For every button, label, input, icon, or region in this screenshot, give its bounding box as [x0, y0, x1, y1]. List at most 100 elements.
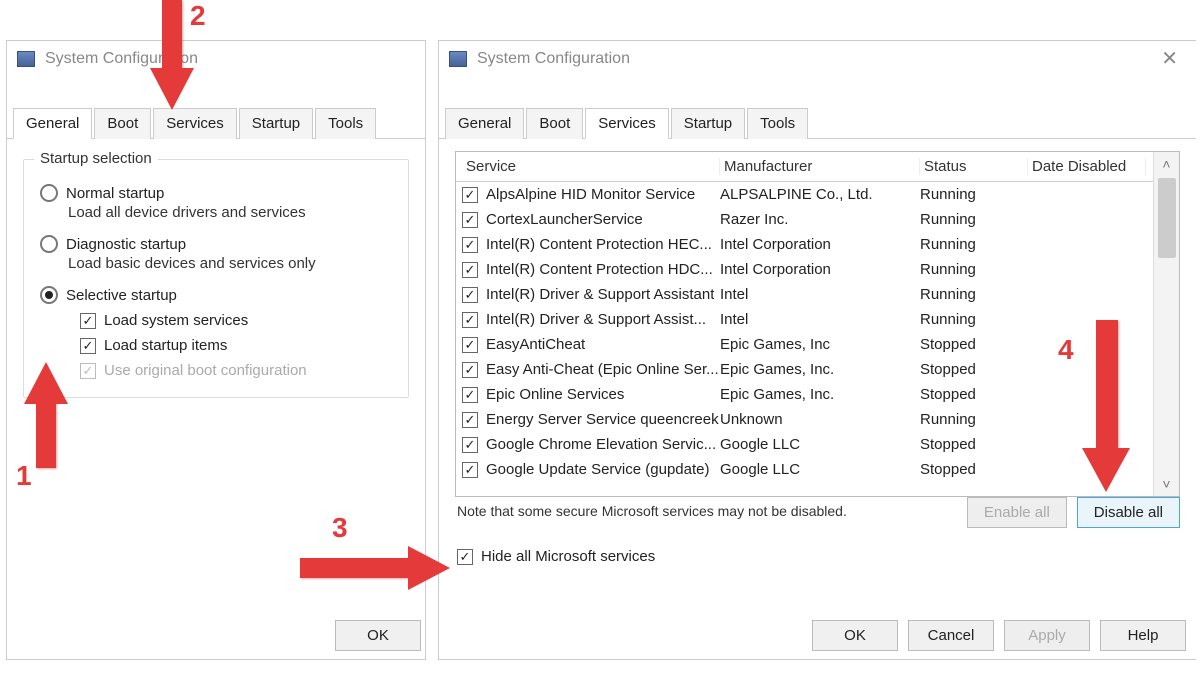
- service-manufacturer: Razer Inc.: [720, 211, 920, 228]
- services-list: Service Manufacturer Status Date Disable…: [455, 151, 1180, 497]
- service-row[interactable]: Intel(R) Content Protection HEC...Intel …: [456, 232, 1153, 257]
- radio-icon: [40, 184, 58, 202]
- service-status: Stopped: [920, 386, 1028, 403]
- service-name: Google Update Service (gupdate): [486, 461, 709, 478]
- general-pane: Startup selection Normal startup Load al…: [7, 139, 425, 410]
- tab-services[interactable]: Services: [153, 108, 237, 139]
- tab-tools[interactable]: Tools: [747, 108, 808, 139]
- checkbox-icon[interactable]: [462, 312, 478, 328]
- checkbox-icon[interactable]: [462, 287, 478, 303]
- checkbox-icon[interactable]: [462, 462, 478, 478]
- checkbox-icon[interactable]: [462, 387, 478, 403]
- service-row[interactable]: Intel(R) Content Protection HDC...Intel …: [456, 257, 1153, 282]
- service-name: Energy Server Service queencreek: [486, 411, 719, 428]
- service-row[interactable]: Google Update Service (gupdate) Google LL…: [456, 457, 1153, 482]
- service-status: Running: [920, 261, 1028, 278]
- scrollbar[interactable]: ˄ ˅: [1153, 152, 1179, 496]
- service-row[interactable]: EasyAntiCheatEpic Games, IncStopped: [456, 332, 1153, 357]
- service-status: Stopped: [920, 461, 1028, 478]
- services-header-row[interactable]: Service Manufacturer Status Date Disable…: [456, 152, 1153, 182]
- service-manufacturer: Epic Games, Inc.: [720, 361, 920, 378]
- service-name: Intel(R) Content Protection HEC...: [486, 236, 712, 253]
- checkbox-icon[interactable]: [462, 412, 478, 428]
- service-row[interactable]: Epic Online ServicesEpic Games, Inc.Stop…: [456, 382, 1153, 407]
- service-name: Google Chrome Elevation Servic...: [486, 436, 716, 453]
- service-manufacturer: ALPSALPINE Co., Ltd.: [720, 186, 920, 203]
- ok-button[interactable]: OK: [812, 620, 898, 651]
- close-icon[interactable]: ✕: [1153, 45, 1186, 73]
- service-row[interactable]: Intel(R) Driver & Support Assist... Intel…: [456, 307, 1153, 332]
- checkbox-icon[interactable]: [462, 362, 478, 378]
- tab-general[interactable]: General: [445, 108, 524, 139]
- col-manufacturer[interactable]: Manufacturer: [720, 158, 920, 175]
- checkbox-icon[interactable]: [462, 437, 478, 453]
- service-row[interactable]: AlpsAlpine HID Monitor Service ALPSALPINE…: [456, 182, 1153, 207]
- radio-icon: [40, 235, 58, 253]
- service-name: CortexLauncherService: [486, 211, 643, 228]
- scroll-down-icon[interactable]: ˅: [1154, 472, 1179, 496]
- tab-startup[interactable]: Startup: [671, 108, 745, 139]
- service-name: Intel(R) Driver & Support Assistant: [486, 286, 714, 303]
- tab-general[interactable]: General: [13, 108, 92, 139]
- help-button[interactable]: Help: [1100, 620, 1186, 651]
- scroll-thumb[interactable]: [1158, 178, 1176, 258]
- checkbox-icon[interactable]: [462, 337, 478, 353]
- checkbox-icon[interactable]: [462, 212, 478, 228]
- service-manufacturer: Unknown: [720, 411, 920, 428]
- tab-boot[interactable]: Boot: [94, 108, 151, 139]
- service-manufacturer: Google LLC: [720, 436, 920, 453]
- service-status: Running: [920, 286, 1028, 303]
- service-row[interactable]: Google Chrome Elevation Servic...Google …: [456, 432, 1153, 457]
- checkbox-icon[interactable]: [462, 237, 478, 253]
- checkbox-icon[interactable]: [462, 262, 478, 278]
- col-date-disabled[interactable]: Date Disabled: [1028, 158, 1146, 175]
- tab-boot[interactable]: Boot: [526, 108, 583, 139]
- button-bar-left: OK: [335, 620, 421, 651]
- service-name: Intel(R) Driver & Support Assist...: [486, 311, 706, 328]
- service-manufacturer: Epic Games, Inc.: [720, 386, 920, 403]
- service-status: Running: [920, 236, 1028, 253]
- ok-button[interactable]: OK: [335, 620, 421, 651]
- service-status: Stopped: [920, 436, 1028, 453]
- enable-all-button[interactable]: Enable all: [967, 497, 1067, 528]
- radio-label: Selective startup: [66, 287, 177, 304]
- radio-diagnostic-startup[interactable]: Diagnostic startup: [40, 235, 392, 253]
- service-name: AlpsAlpine HID Monitor Service: [486, 186, 695, 203]
- tab-services[interactable]: Services: [585, 108, 669, 139]
- hide-microsoft-checkbox[interactable]: Hide all Microsoft services: [457, 548, 1178, 565]
- check-load-startup-items[interactable]: Load startup items: [80, 337, 392, 354]
- services-scroll-area: Service Manufacturer Status Date Disable…: [456, 152, 1153, 496]
- check-load-system-services[interactable]: Load system services: [80, 312, 392, 329]
- services-pane: Service Manufacturer Status Date Disable…: [439, 139, 1196, 577]
- check-label: Load startup items: [104, 337, 227, 354]
- checkbox-icon[interactable]: [462, 187, 478, 203]
- service-status: Running: [920, 411, 1028, 428]
- titlebar-right[interactable]: System Configuration ✕: [439, 41, 1196, 77]
- checkbox-icon: [457, 549, 473, 565]
- service-row[interactable]: CortexLauncherServiceRazer Inc.Running: [456, 207, 1153, 232]
- service-status: Stopped: [920, 336, 1028, 353]
- msconfig-window-services: System Configuration ✕ General Boot Serv…: [438, 40, 1196, 660]
- radio-selective-startup[interactable]: Selective startup: [40, 286, 392, 304]
- service-manufacturer: Google LLC: [720, 461, 920, 478]
- disable-all-button[interactable]: Disable all: [1077, 497, 1180, 528]
- radio-normal-startup[interactable]: Normal startup: [40, 184, 392, 202]
- service-manufacturer: Intel: [720, 311, 920, 328]
- col-service[interactable]: Service: [462, 158, 720, 175]
- check-use-original-boot: Use original boot configuration: [80, 362, 392, 379]
- col-status[interactable]: Status: [920, 158, 1028, 175]
- cancel-button[interactable]: Cancel: [908, 620, 994, 651]
- service-status: Running: [920, 311, 1028, 328]
- apply-button[interactable]: Apply: [1004, 620, 1090, 651]
- titlebar-left[interactable]: System Configuration: [7, 41, 425, 77]
- scroll-up-icon[interactable]: ˄: [1154, 152, 1179, 176]
- service-row[interactable]: Energy Server Service queencreekUnknownR…: [456, 407, 1153, 432]
- service-row[interactable]: Intel(R) Driver & Support AssistantIntel…: [456, 282, 1153, 307]
- tabs-left: General Boot Services Startup Tools: [7, 107, 425, 139]
- service-row[interactable]: Easy Anti-Cheat (Epic Online Ser...Epic …: [456, 357, 1153, 382]
- radio-icon: [40, 286, 58, 304]
- tab-tools[interactable]: Tools: [315, 108, 376, 139]
- checkbox-icon: [80, 363, 96, 379]
- tab-startup[interactable]: Startup: [239, 108, 313, 139]
- app-icon: [449, 51, 467, 67]
